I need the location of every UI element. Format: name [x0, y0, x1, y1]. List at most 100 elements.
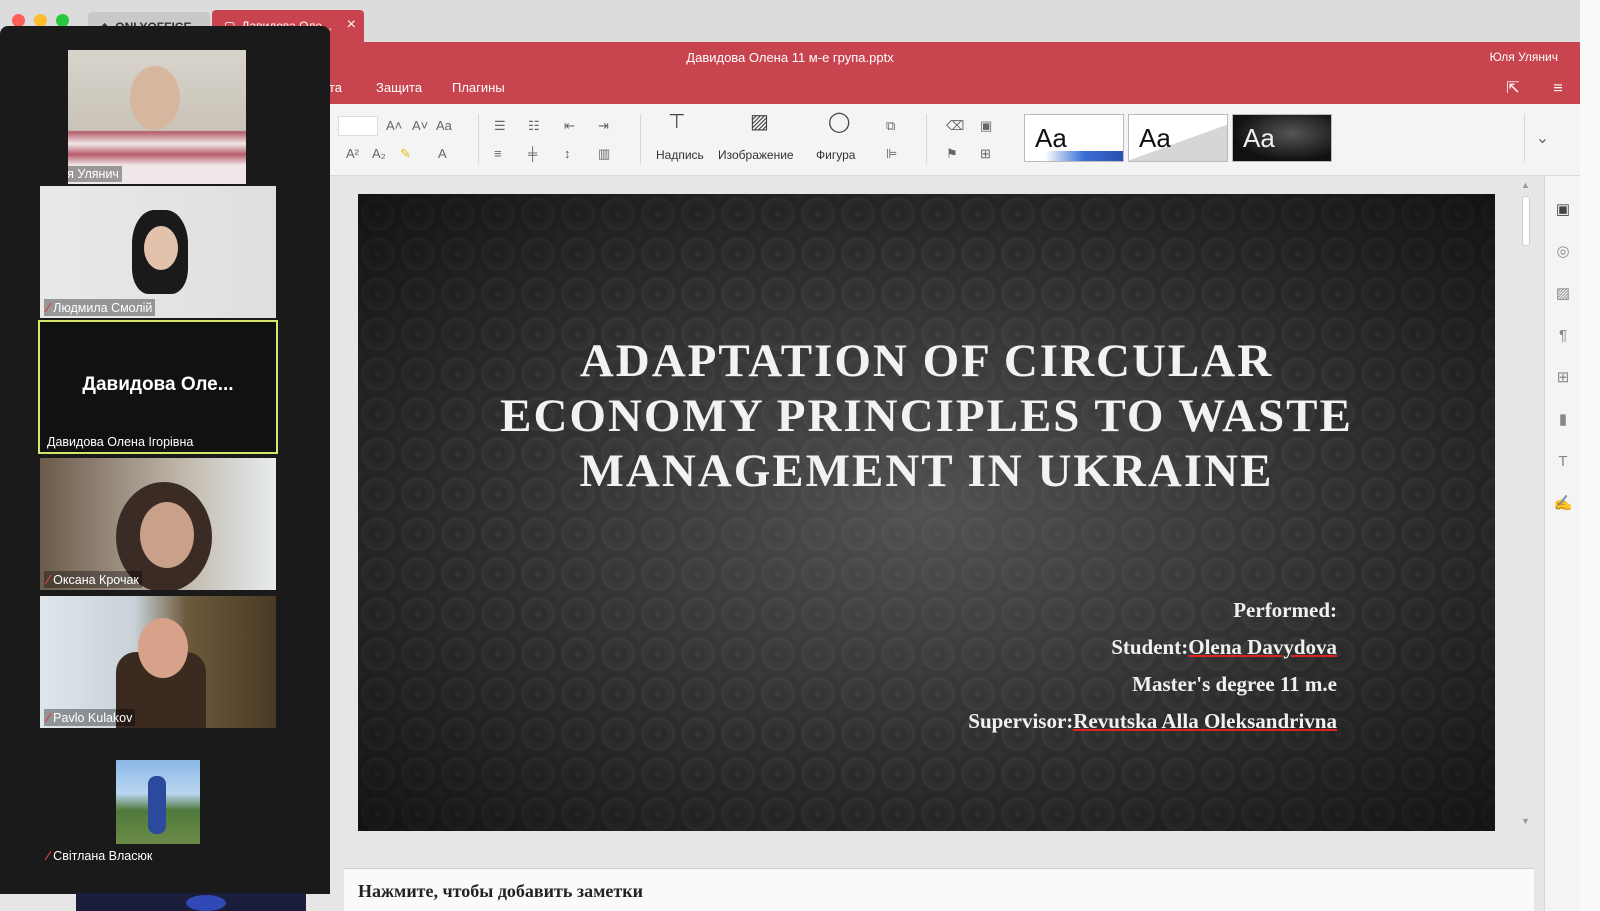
- shape-settings-icon[interactable]: ◎: [1553, 242, 1573, 262]
- slide-size-icon[interactable]: ▣: [980, 118, 992, 134]
- align-left-icon[interactable]: ≡: [494, 146, 502, 162]
- active-speaker-tile[interactable]: Давидова Оле... Давидова Олена Ігорівна: [38, 320, 278, 454]
- textbox-button[interactable]: Надпись: [656, 148, 704, 162]
- slide-author-block[interactable]: Performed: Student:Olena Davydova Master…: [968, 592, 1337, 740]
- degree-line: Master's degree 11 m.e: [1132, 672, 1337, 696]
- participant-display-name: Давидова Оле...: [82, 374, 234, 395]
- open-location-icon[interactable]: ⇱: [1503, 80, 1523, 98]
- supervisor-prefix: Supervisor:: [968, 709, 1074, 733]
- participant-name-label: ⁄ Людмила Смолій: [44, 299, 156, 316]
- theme-dark[interactable]: Aa: [1232, 114, 1332, 162]
- notes-area[interactable]: Нажмите, чтобы добавить заметки: [344, 868, 1534, 911]
- paragraph-settings-icon[interactable]: ¶: [1553, 326, 1573, 346]
- image-button[interactable]: Изображение: [718, 148, 794, 162]
- performed-label: Performed:: [1233, 598, 1337, 622]
- tab-protection[interactable]: Защита: [376, 80, 422, 95]
- slide-title[interactable]: ADAPTATION OF CIRCULAR ECONOMY PRINCIPLE…: [498, 334, 1355, 499]
- theme-blue[interactable]: Aa: [1024, 114, 1124, 162]
- participant-video: [144, 226, 178, 270]
- signature-settings-icon[interactable]: ✍: [1553, 494, 1573, 514]
- table-settings-icon[interactable]: ⊞: [1553, 368, 1573, 388]
- change-case-icon[interactable]: Aa: [436, 118, 452, 134]
- chart-settings-icon[interactable]: ▮: [1553, 410, 1573, 430]
- theme-stripe: [1025, 151, 1123, 161]
- close-tab-icon[interactable]: ×: [347, 16, 356, 34]
- theme-sample: Aa: [1139, 123, 1171, 153]
- video-call-panel: Юлія Улянич ⁄ Людмила Смолій Давидова Ол…: [0, 26, 330, 894]
- arrange-icon[interactable]: ⧉: [886, 118, 895, 134]
- participant-tile[interactable]: [76, 893, 306, 911]
- participant-name: Pavlo Kulakov: [53, 710, 133, 725]
- textart-settings-icon[interactable]: T: [1553, 452, 1573, 472]
- theme-sample: Aa: [1035, 123, 1067, 153]
- line-spacing-icon[interactable]: ↕: [564, 146, 571, 162]
- decrease-indent-icon[interactable]: ⇤: [564, 118, 575, 134]
- participant-video: [140, 502, 194, 568]
- student-prefix: Student:: [1111, 635, 1189, 659]
- vertical-scrollbar[interactable]: ▲ ▼: [1518, 176, 1534, 846]
- participant-name-label: Давидова Олена Ігорівна: [44, 434, 196, 450]
- image-icon[interactable]: ▨: [750, 112, 769, 132]
- hamburger-menu-icon[interactable]: ≡: [1548, 80, 1568, 98]
- image-settings-icon[interactable]: ▨: [1553, 284, 1573, 304]
- tab-plugins[interactable]: Плагины: [452, 80, 505, 95]
- participant-tile[interactable]: Юлія Улянич: [68, 50, 246, 184]
- numbering-icon[interactable]: ☷: [528, 118, 540, 134]
- participant-name: Давидова Олена Ігорівна: [47, 435, 194, 449]
- participant-name-label: ⁄ Світлана Власюк: [44, 847, 155, 864]
- participant-name-label: ⁄ Pavlo Kulakov: [44, 709, 136, 726]
- participant-tile[interactable]: ⁄ Світлана Власюк: [40, 732, 276, 866]
- increase-indent-icon[interactable]: ⇥: [598, 118, 609, 134]
- supervisor-name: Revutska Alla Oleksandrivna: [1073, 709, 1337, 733]
- right-settings-panel: ▣ ◎ ▨ ¶ ⊞ ▮ T ✍: [1544, 176, 1580, 911]
- participant-name-label: ⁄ Оксана Крочак: [44, 571, 142, 588]
- font-size-select[interactable]: [338, 116, 378, 136]
- toolbar-separator: [478, 114, 479, 164]
- student-line: Student:Olena Davydova: [968, 629, 1337, 666]
- slide-layout-icon[interactable]: ⊞: [980, 146, 991, 162]
- vertical-align-icon[interactable]: ╪: [528, 146, 537, 162]
- slide-canvas[interactable]: ADAPTATION OF CIRCULAR ECONOMY PRINCIPLE…: [358, 194, 1495, 831]
- microphone-muted-icon: ⁄: [47, 300, 50, 315]
- clear-style-icon[interactable]: ⌫: [946, 118, 964, 134]
- decrease-font-icon[interactable]: A˅: [412, 118, 428, 134]
- participant-tile[interactable]: ⁄ Людмила Смолій: [40, 186, 276, 318]
- shape-button[interactable]: Фигура: [816, 148, 855, 162]
- participant-name: Юлія Улянич: [68, 167, 119, 181]
- scrollbar-thumb[interactable]: [1522, 196, 1530, 246]
- microphone-muted-icon: ⁄: [47, 848, 50, 863]
- participant-avatar: [116, 760, 200, 844]
- theme-sample: Aa: [1243, 123, 1275, 153]
- columns-icon[interactable]: ▥: [598, 146, 610, 162]
- participant-tile[interactable]: ⁄ Оксана Крочак: [40, 458, 276, 590]
- font-color-icon[interactable]: A: [438, 146, 447, 162]
- shape-icon[interactable]: ◯: [828, 112, 850, 132]
- user-name[interactable]: Юля Улянич: [1490, 50, 1558, 64]
- theme-gallery-expand-icon[interactable]: ⌄: [1524, 114, 1560, 162]
- highlight-icon[interactable]: ✎: [400, 146, 411, 162]
- scroll-up-icon[interactable]: ▲: [1521, 180, 1530, 190]
- participant-video: [186, 895, 226, 911]
- increase-font-icon[interactable]: A˄: [386, 118, 402, 134]
- window-edge: [1580, 0, 1600, 911]
- copy-style-icon[interactable]: ⚑: [946, 146, 958, 162]
- toolbar-separator: [926, 114, 927, 164]
- participant-video: [130, 66, 180, 130]
- scroll-down-icon[interactable]: ▼: [1521, 816, 1530, 826]
- participant-name: Оксана Крочак: [53, 572, 139, 587]
- bullets-icon[interactable]: ☰: [494, 118, 506, 134]
- textbox-icon[interactable]: ⊤: [668, 112, 685, 132]
- toolbar-separator: [640, 114, 641, 164]
- microphone-muted-icon: ⁄: [47, 572, 50, 587]
- microphone-muted-icon: ⁄: [47, 710, 50, 725]
- align-shapes-icon[interactable]: ⊫: [886, 146, 897, 162]
- subscript-icon[interactable]: A₂: [372, 146, 386, 162]
- participant-name: Людмила Смолій: [53, 300, 153, 315]
- slide-settings-icon[interactable]: ▣: [1553, 200, 1573, 220]
- superscript-icon[interactable]: A²: [346, 146, 359, 162]
- participant-video: [148, 776, 166, 834]
- participant-tile[interactable]: ⁄ Pavlo Kulakov: [40, 596, 276, 728]
- notes-placeholder: Нажмите, чтобы добавить заметки: [358, 881, 643, 901]
- participant-video: [138, 618, 188, 678]
- theme-light[interactable]: Aa: [1128, 114, 1228, 162]
